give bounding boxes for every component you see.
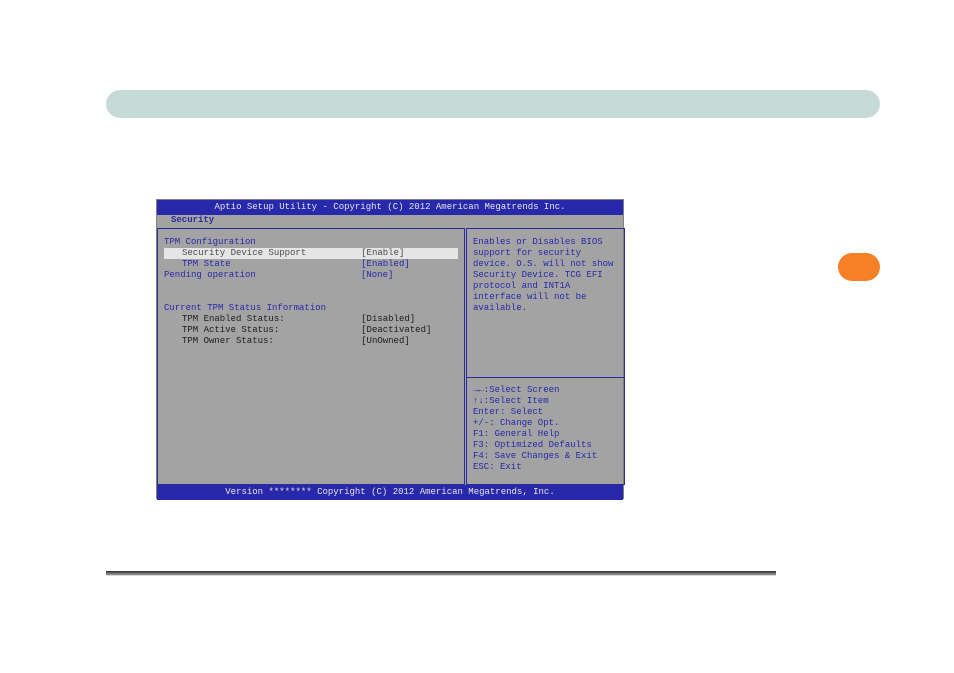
key-select-item: ↑↓:Select Item xyxy=(473,396,621,407)
bios-right-separator xyxy=(467,377,624,378)
bios-key-help: →←:Select Screen ↑↓:Select Item Enter: S… xyxy=(473,385,621,473)
row-security-device-support-label: Security Device Support xyxy=(182,248,306,258)
row-pending-operation-value: [None] xyxy=(361,270,458,281)
row-security-device-support-value: [Enable] xyxy=(361,248,458,259)
key-select-screen: →←:Select Screen xyxy=(473,385,621,396)
bios-help-text: Enables or Disables BIOS support for sec… xyxy=(473,237,618,314)
row-tpm-active-status: TPM Active Status: [Deactivated] xyxy=(164,325,458,336)
key-change-opt: +/-: Change Opt. xyxy=(473,418,621,429)
bios-right-panel: Enables or Disables BIOS support for sec… xyxy=(466,228,625,485)
row-pending-operation[interactable]: Pending operation [None] xyxy=(164,270,458,281)
row-tpm-owner-status: TPM Owner Status: [UnOwned] xyxy=(164,336,458,347)
row-pending-operation-label: Pending operation xyxy=(164,270,361,281)
row-tpm-active-status-label: TPM Active Status: xyxy=(182,325,361,336)
row-tpm-owner-status-value: [UnOwned] xyxy=(361,336,458,347)
row-security-device-support[interactable]: Security Device Support [Enable] xyxy=(164,248,458,259)
bios-footer: Version ******** Copyright (C) 2012 Amer… xyxy=(157,485,623,500)
row-tpm-enabled-status: TPM Enabled Status: [Disabled] xyxy=(164,314,458,325)
row-tpm-state-label: TPM State xyxy=(182,259,361,270)
row-tpm-active-status-value: [Deactivated] xyxy=(361,325,458,336)
group-tpm-config-title: TPM Configuration xyxy=(164,237,458,248)
row-tpm-enabled-status-label: TPM Enabled Status: xyxy=(182,314,361,325)
bios-tab-bar: Security xyxy=(167,215,218,228)
key-enter: Enter: Select xyxy=(473,407,621,418)
key-general-help: F1: General Help xyxy=(473,429,621,440)
section-rule xyxy=(106,571,776,575)
key-save-exit: F4: Save Changes & Exit xyxy=(473,451,621,462)
row-tpm-state-value: [Enabled] xyxy=(361,259,458,270)
page-pill xyxy=(838,253,880,281)
row-tpm-owner-status-label: TPM Owner Status: xyxy=(182,336,361,347)
key-optimized: F3: Optimized Defaults xyxy=(473,440,621,451)
group-tpm-status-title: Current TPM Status Information xyxy=(164,303,458,314)
row-tpm-state[interactable]: TPM State [Enabled] xyxy=(164,259,458,270)
bios-screenshot: Aptio Setup Utility - Copyright (C) 2012… xyxy=(156,199,624,499)
bios-tab-security[interactable]: Security xyxy=(167,215,218,226)
key-esc: ESC: Exit xyxy=(473,462,621,473)
bios-body: TPM Configuration Security Device Suppor… xyxy=(157,228,623,485)
row-tpm-enabled-status-value: [Disabled] xyxy=(361,314,458,325)
bios-left-panel: TPM Configuration Security Device Suppor… xyxy=(157,228,465,485)
bios-title: Aptio Setup Utility - Copyright (C) 2012… xyxy=(157,200,623,215)
heading-bar xyxy=(106,90,880,118)
